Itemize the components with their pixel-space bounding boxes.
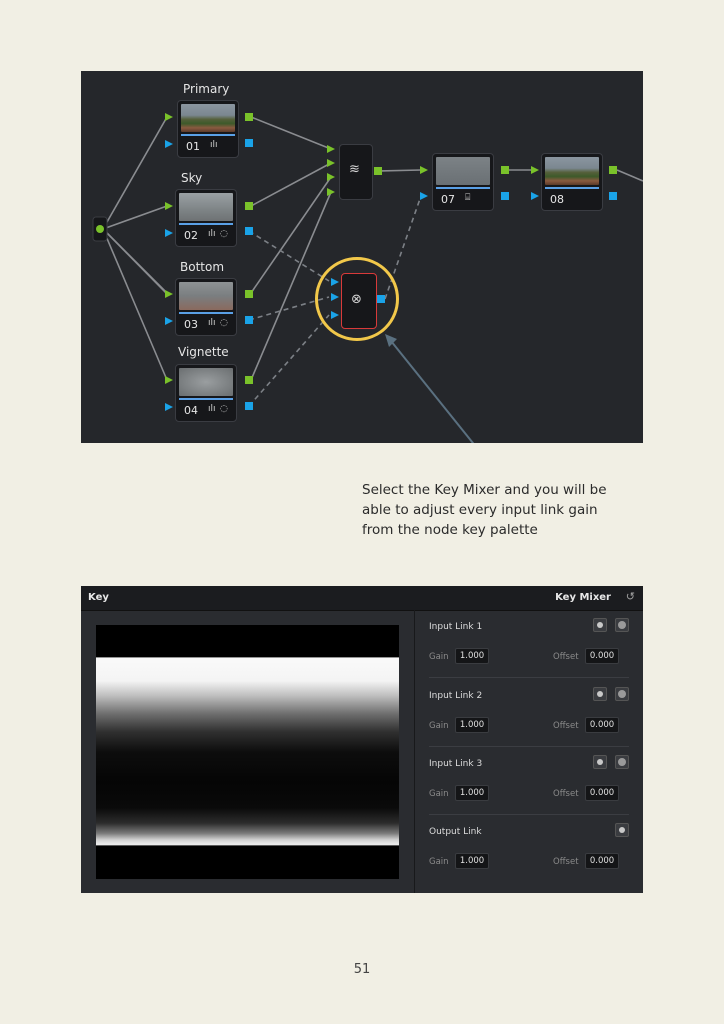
node-thumbnail — [436, 157, 490, 185]
node-08[interactable]: 08 — [541, 153, 603, 211]
node-02[interactable]: 02 ılı ◌ — [175, 189, 237, 247]
window-icon: ◌ — [220, 404, 228, 414]
gain-field[interactable]: 1.000 — [455, 648, 489, 664]
gain-label: Gain — [429, 789, 449, 799]
node-03[interactable]: 03 ılı ◌ — [175, 278, 237, 336]
node-thumbnail — [179, 193, 233, 221]
key-viewer — [96, 625, 399, 879]
link-title: Input Link 1 — [429, 622, 483, 632]
node-number: 01 — [186, 140, 200, 153]
gain-field[interactable]: 1.000 — [455, 853, 489, 869]
input-link-3: Input Link 3 Gain 1.000 Offset 0.000 — [429, 755, 629, 819]
node-thumbnail — [181, 104, 235, 132]
curves-icon: ılı — [210, 140, 218, 150]
highlight-circle — [315, 257, 399, 341]
key-palette-header: Key Key Mixer ↺ — [81, 586, 643, 611]
mask-key-icon[interactable] — [615, 755, 629, 769]
invert-key-icon[interactable] — [593, 755, 607, 769]
offset-field[interactable]: 0.000 — [585, 853, 619, 869]
gain-label: Gain — [429, 652, 449, 662]
invert-key-icon[interactable] — [615, 823, 629, 837]
offset-field[interactable]: 0.000 — [585, 785, 619, 801]
node-label-sky: Sky — [181, 171, 203, 185]
node-number: 04 — [184, 404, 198, 417]
node-number: 02 — [184, 229, 198, 242]
offset-field[interactable]: 0.000 — [585, 648, 619, 664]
camera-icon: ⌸ — [465, 193, 471, 203]
node-number: 08 — [550, 193, 564, 206]
node-label-bottom: Bottom — [180, 260, 225, 274]
mask-key-icon[interactable] — [615, 618, 629, 632]
offset-label: Offset — [553, 721, 579, 731]
curves-icon: ılı — [208, 229, 216, 239]
curves-icon: ılı — [208, 404, 216, 414]
offset-label: Offset — [553, 857, 579, 867]
node-04[interactable]: 04 ılı ◌ — [175, 364, 237, 422]
node-label-primary: Primary — [183, 82, 230, 96]
key-palette: Key Key Mixer ↺ Input Link 1 Gain 1.000 … — [81, 586, 643, 893]
gain-field[interactable]: 1.000 — [455, 717, 489, 733]
node-number: 07 — [441, 193, 455, 206]
curves-icon: ılı — [208, 318, 216, 328]
link-title: Input Link 3 — [429, 759, 483, 769]
node-01[interactable]: 01 ılı — [177, 100, 239, 158]
offset-label: Offset — [553, 652, 579, 662]
node-label-vignette: Vignette — [178, 345, 229, 359]
layers-icon: ≋ — [349, 162, 360, 177]
node-number: 03 — [184, 318, 198, 331]
output-link: Output Link Gain 1.000 Offset 0.000 — [429, 823, 629, 887]
link-title: Output Link — [429, 827, 482, 837]
layer-mixer-node[interactable]: ≋ — [339, 144, 373, 200]
window-icon: ◌ — [220, 229, 228, 239]
window-icon: ◌ — [220, 318, 228, 328]
offset-label: Offset — [553, 789, 579, 799]
palette-mode: Key Mixer — [555, 592, 611, 603]
input-link-1: Input Link 1 Gain 1.000 Offset 0.000 — [429, 618, 629, 682]
invert-key-icon[interactable] — [593, 618, 607, 632]
palette-title: Key — [88, 592, 109, 603]
offset-field[interactable]: 0.000 — [585, 717, 619, 733]
caption: Select the Key Mixer and you will be abl… — [362, 482, 607, 538]
link-title: Input Link 2 — [429, 691, 483, 701]
invert-key-icon[interactable] — [593, 687, 607, 701]
page-number: 51 — [353, 962, 371, 977]
node-thumbnail — [545, 157, 599, 185]
input-link-2: Input Link 2 Gain 1.000 Offset 0.000 — [429, 687, 629, 751]
gain-label: Gain — [429, 857, 449, 867]
mask-key-icon[interactable] — [615, 687, 629, 701]
node-graph-panel: Primary Sky Bottom Vignette 01 ılı 02 ıl… — [81, 71, 643, 443]
gain-field[interactable]: 1.000 — [455, 785, 489, 801]
reset-icon[interactable]: ↺ — [626, 590, 635, 603]
gain-label: Gain — [429, 721, 449, 731]
node-07[interactable]: 07 ⌸ — [432, 153, 494, 211]
node-thumbnail — [179, 282, 233, 310]
node-thumbnail — [179, 368, 233, 396]
